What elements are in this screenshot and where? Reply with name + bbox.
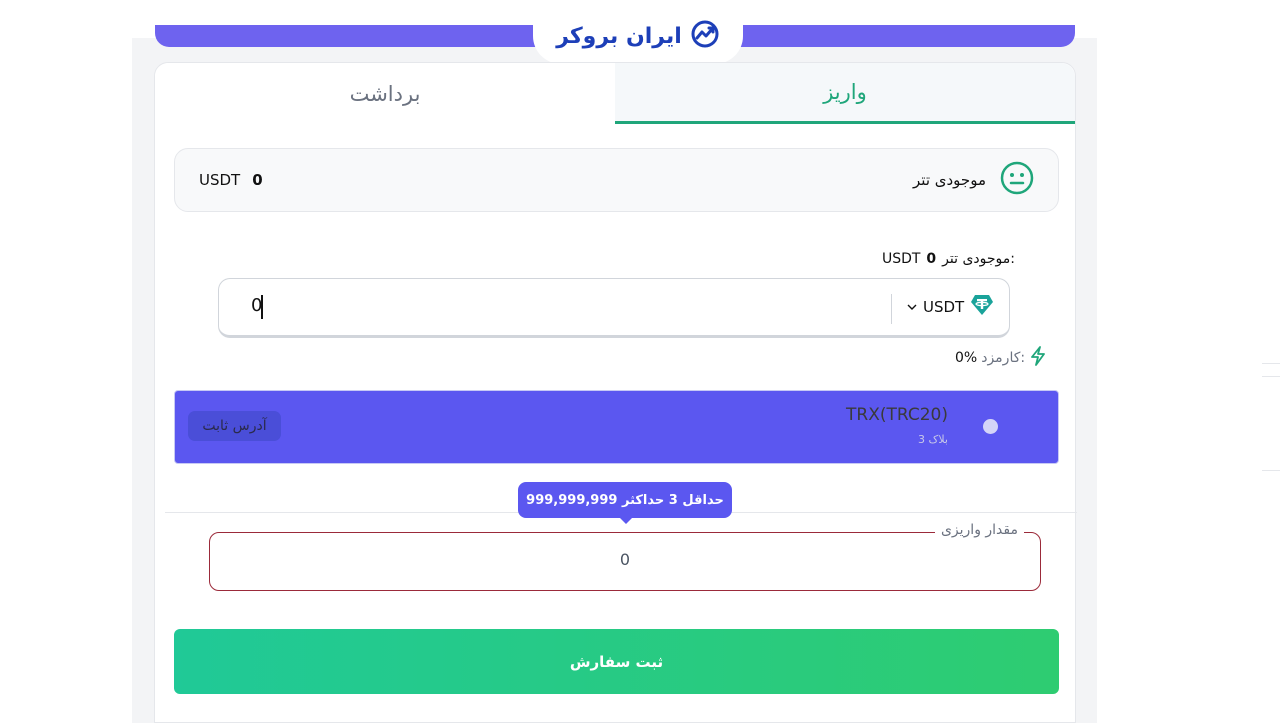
tether-icon [970, 294, 994, 320]
chevron-down-icon [907, 298, 917, 316]
page: ایران بروکر برداشت واریز USDT 0 موجودی ت… [0, 0, 1280, 723]
inline-balance: USDT 0 موجودی تتر: [875, 251, 1015, 267]
wallet-card: برداشت واریز USDT 0 موجودی تتر USDT 0 مو… [154, 62, 1077, 723]
deposit-amount-field[interactable]: مقدار واریزی 0 [209, 522, 1041, 591]
edge-decoration [1262, 470, 1280, 471]
amount-input[interactable]: 0 USDT [218, 278, 1010, 338]
balance-title: موجودی تتر [913, 161, 1034, 199]
balance-summary: USDT 0 موجودی تتر [174, 148, 1059, 212]
amount-limit-tooltip: حداقل 3 حداکثر 999,999,999 [518, 482, 732, 518]
network-option-trc20[interactable]: آدرس ثابت TRX(TRC20) 3 بلاک [174, 390, 1059, 464]
balance-amount: USDT 0 [199, 171, 263, 189]
network-radio[interactable] [983, 419, 998, 434]
edge-decoration [1262, 363, 1280, 364]
tooltip-arrow [619, 517, 633, 524]
tab-deposit[interactable]: واریز [615, 63, 1075, 124]
deposit-amount-value[interactable]: 0 [210, 550, 1040, 569]
text-caret [261, 295, 263, 319]
balance-currency: USDT [199, 171, 241, 189]
fee-label: کارمزد: [981, 350, 1026, 366]
selected-currency: USDT [923, 298, 965, 316]
network-name: TRX(TRC20) [846, 405, 948, 425]
fee-info: 0% کارمزد: [955, 346, 1050, 370]
logo-text: ایران بروکر [556, 23, 682, 49]
fixed-address-badge: آدرس ثابت [188, 411, 281, 441]
brand-logo[interactable]: ایران بروکر [533, 8, 743, 64]
submit-order-button[interactable]: ثبت سفارش [174, 629, 1059, 694]
neutral-face-icon [1000, 161, 1034, 199]
inline-balance-label: موجودی تتر: [942, 251, 1015, 267]
deposit-amount-label: مقدار واریزی [934, 522, 1024, 538]
fee-value: 0% [955, 350, 978, 366]
network-confirmations: 3 بلاک [918, 433, 948, 446]
trend-chart-icon [690, 19, 720, 53]
balance-label: موجودی تتر [913, 171, 986, 189]
inline-balance-currency: USDT [881, 251, 921, 267]
tab-withdraw[interactable]: برداشت [155, 63, 615, 124]
balance-value: 0 [252, 171, 263, 189]
inline-balance-value: 0 [926, 251, 937, 267]
currency-select[interactable]: USDT [907, 294, 994, 320]
input-divider [891, 294, 892, 324]
edge-decoration [1262, 376, 1280, 377]
lightning-icon [1029, 346, 1047, 370]
tab-bar: برداشت واریز [155, 63, 1075, 124]
